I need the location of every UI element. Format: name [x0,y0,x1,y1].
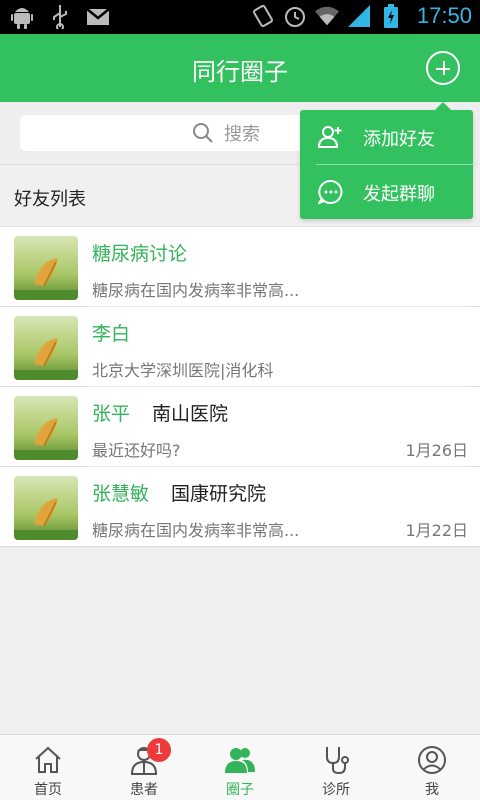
friend-hospital: 南山医院 [152,403,229,425]
battery-icon [379,3,403,29]
nav-label: 患者 [130,782,158,798]
menu-item-group-chat[interactable]: 发起群聊 [300,165,473,219]
page-title: 同行圈子 [192,58,288,86]
avatar [14,236,78,300]
list-item[interactable]: 张平 南山医院 最近还好吗? 1月26日 [0,387,480,467]
nav-label: 诊所 [322,782,350,798]
status-time: 17:50 [416,3,472,28]
nav-item-clinic[interactable]: 诊所 [288,735,384,800]
list-item[interactable]: 糖尿病讨论 糖尿病在国内发病率非常高... [0,227,480,307]
home-icon [35,746,61,773]
menu-item-label: 添加好友 [363,129,435,150]
friend-name: 张慧敏 [92,483,150,505]
friend-name: 张平 [92,403,131,425]
notification-badge: 1 [147,738,171,762]
nav-item-circle[interactable]: 圈子 [192,735,288,800]
friend-hospital: 国康研究院 [171,483,267,505]
avatar [14,476,78,540]
signal-icon [347,3,371,29]
list-item[interactable]: 李白 北京大学深圳医院|消化科 [0,307,480,387]
status-bar: 17:50 [0,0,480,34]
friend-subtitle: 糖尿病在国内发病率非常高... [92,521,300,540]
android-icon [10,4,34,30]
wifi-icon [314,3,339,29]
plus-circle-icon[interactable] [426,51,460,85]
bottom-nav: 首页 患者 圈子 诊所 我 [0,734,480,800]
nav-label: 我 [425,782,439,798]
friends-list: 糖尿病讨论 糖尿病在国内发病率非常高... 李白 北京大学深圳医院|消化科 张平… [0,226,480,547]
friends-section-title: 好友列表 [14,189,86,210]
friend-subtitle: 糖尿病在国内发病率非常高... [92,281,300,300]
nav-item-patients[interactable]: 患者 [96,735,192,800]
people-icon [225,748,255,773]
search-placeholder: 搜索 [224,124,260,145]
avatar [14,316,78,380]
search-icon [193,123,213,143]
nav-item-home[interactable]: 首页 [0,735,96,800]
alarm-icon [283,3,307,29]
app-header: 同行圈子 [0,34,480,102]
nav-item-me[interactable]: 我 [384,735,480,800]
friend-date: 1月22日 [405,521,468,540]
profile-icon [418,746,446,774]
friend-subtitle: 最近还好吗? [92,441,181,460]
friend-subtitle: 北京大学深圳医院|消化科 [92,361,274,380]
add-menu-dropdown: 添加好友 发起群聊 [300,102,473,219]
vibrate-icon [251,3,275,29]
friend-date: 1月26日 [405,441,468,460]
chat-bubble-icon [318,179,343,205]
gmail-icon [86,4,110,30]
add-friend-icon [318,126,342,148]
menu-item-add-friend[interactable]: 添加好友 [300,110,473,164]
usb-icon [48,4,72,30]
friend-name: 李白 [92,323,131,345]
avatar [14,396,78,460]
menu-item-label: 发起群聊 [363,184,435,205]
nav-label: 圈子 [226,782,254,798]
stethoscope-icon [326,747,349,775]
list-item[interactable]: 张慧敏 国康研究院 糖尿病在国内发病率非常高... 1月22日 [0,467,480,547]
nav-label: 首页 [34,782,62,798]
friend-name: 糖尿病讨论 [92,243,188,265]
